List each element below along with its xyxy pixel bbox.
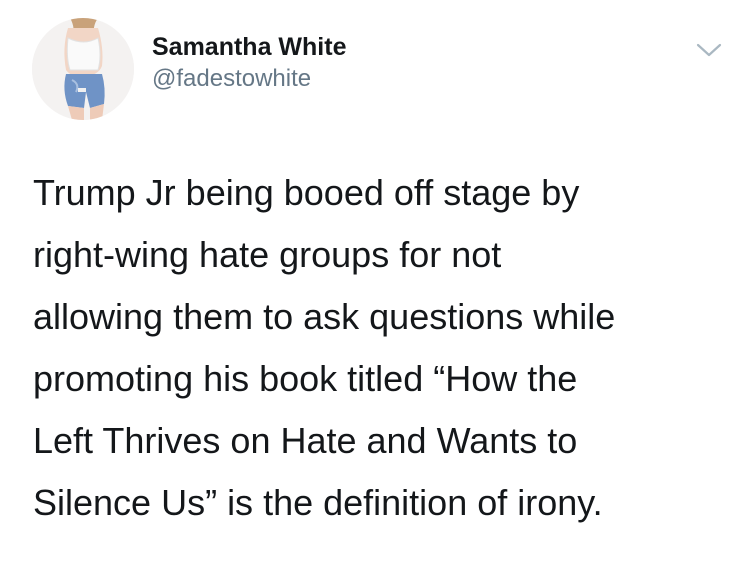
tweet-text-line: promoting his book titled “How the — [33, 358, 578, 399]
tweet-text-line: allowing them to ask questions while — [33, 296, 616, 337]
tweet-text: Trump Jr being booed off stage by right-… — [33, 162, 723, 534]
tweet-text-line: right-wing hate groups for not — [33, 234, 502, 275]
display-name[interactable]: Samantha White — [152, 30, 346, 64]
chevron-down-icon — [696, 43, 722, 57]
user-info[interactable]: Samantha White @fadestowhite — [152, 30, 346, 94]
avatar[interactable] — [32, 18, 134, 120]
profile-photo-icon — [32, 18, 134, 120]
user-handle[interactable]: @fadestowhite — [152, 64, 346, 94]
tweet-options-button[interactable] — [694, 38, 724, 62]
tweet-text-line: Silence Us” is the definition of irony. — [33, 482, 603, 523]
tweet-card: Samantha White @fadestowhite Trump Jr be… — [0, 0, 750, 581]
tweet-text-line: Trump Jr being booed off stage by — [33, 172, 580, 213]
tweet-text-line: Left Thrives on Hate and Wants to — [33, 420, 578, 461]
